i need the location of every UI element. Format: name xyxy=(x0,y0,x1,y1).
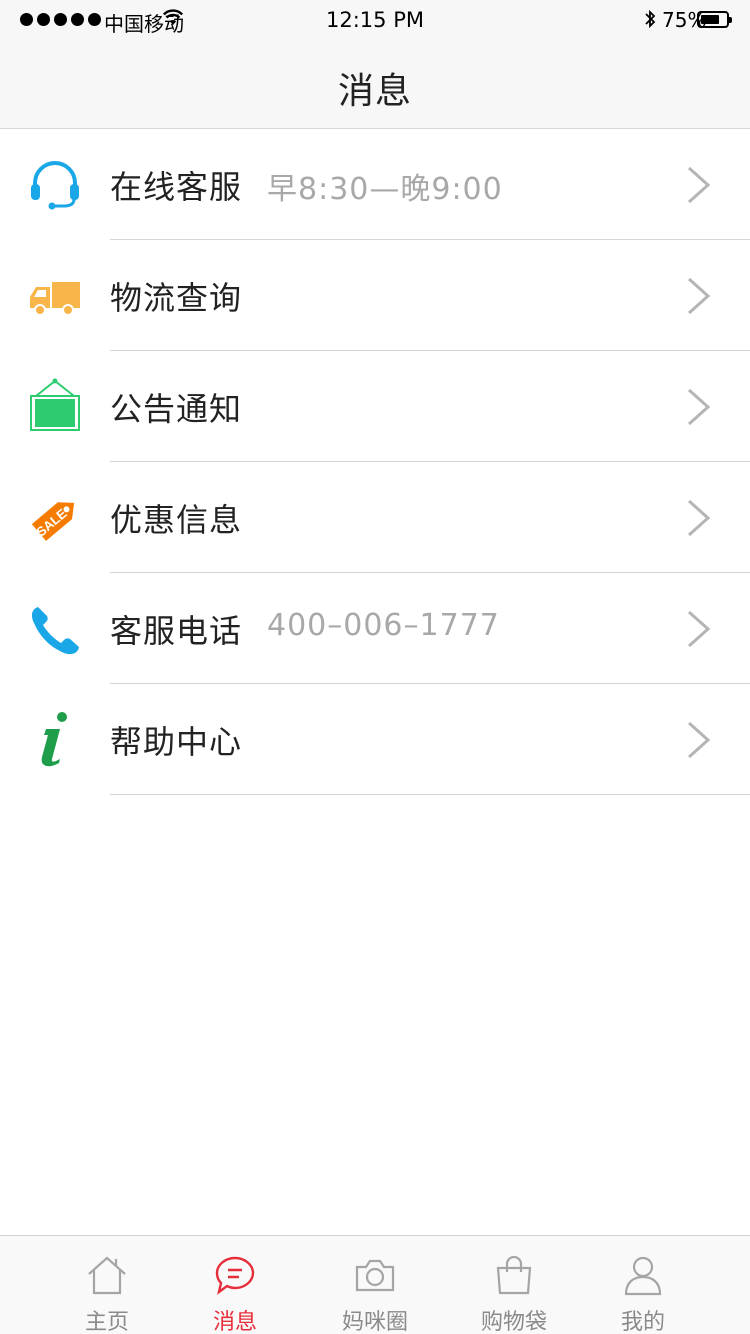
menu-item-logistics[interactable]: 物流查询 xyxy=(0,240,750,351)
page-title: 消息 xyxy=(337,71,412,112)
chevron-right-icon xyxy=(687,499,711,537)
battery-icon xyxy=(697,11,732,28)
tab-label: 消息 xyxy=(212,1310,257,1334)
divider xyxy=(110,794,750,795)
navigation-bar: 消息 xyxy=(0,40,750,129)
menu-item-label: 客服电话 xyxy=(110,612,243,650)
tab-label: 妈咪圈 xyxy=(341,1310,408,1334)
message-icon xyxy=(215,1256,255,1295)
tab-bar: 主页 消息 妈咪圈 购物袋 我的 xyxy=(0,1235,750,1334)
service-hours: 早8:30—晚9:00 xyxy=(267,172,503,207)
headset-icon xyxy=(31,161,79,210)
menu-item-label: 帮助中心 xyxy=(110,723,243,761)
bluetooth-icon xyxy=(645,9,656,29)
chevron-right-icon xyxy=(687,388,711,426)
chevron-right-icon xyxy=(687,166,711,204)
menu-item-label: 在线客服 xyxy=(110,168,243,206)
phone-icon xyxy=(31,607,79,655)
menu-item-label: 物流查询 xyxy=(110,279,243,317)
tab-label: 购物袋 xyxy=(480,1310,547,1334)
info-icon xyxy=(41,712,67,767)
tab-label: 主页 xyxy=(84,1310,129,1334)
tab-mommy-circle[interactable]: 妈咪圈 xyxy=(310,1236,440,1334)
tab-profile[interactable]: 我的 xyxy=(578,1236,708,1334)
clock: 12:15 PM xyxy=(326,8,424,32)
chevron-right-icon xyxy=(687,721,711,759)
home-icon xyxy=(88,1256,126,1295)
menu-item-hotline[interactable]: 客服电话 400–006–1777 xyxy=(0,573,750,684)
notice-board-icon xyxy=(30,378,80,431)
sale-tag-icon: SALE xyxy=(31,502,75,541)
hotline-number: 400–006–1777 xyxy=(267,608,500,643)
tab-home[interactable]: 主页 xyxy=(42,1236,172,1334)
chevron-right-icon xyxy=(687,277,711,315)
menu-item-online-service[interactable]: 在线客服 早8:30—晚9:00 xyxy=(0,129,750,240)
chevron-right-icon xyxy=(687,610,711,648)
menu-item-label: 优惠信息 xyxy=(110,501,243,539)
menu-item-promotions[interactable]: SALE 优惠信息 xyxy=(0,462,750,573)
truck-icon xyxy=(30,282,80,316)
tab-label: 我的 xyxy=(620,1310,665,1334)
tab-messages[interactable]: 消息 xyxy=(170,1236,300,1334)
menu-item-announcements[interactable]: 公告通知 xyxy=(0,351,750,462)
menu-item-help-center[interactable]: 帮助中心 xyxy=(0,684,750,795)
status-bar: 中国移动 12:15 PM 75% xyxy=(0,0,750,40)
camera-icon xyxy=(355,1259,395,1292)
user-icon xyxy=(624,1256,662,1296)
messages-page: 中国移动 12:15 PM 75% 消息 在线客服 早8:30—晚9:00 物流… xyxy=(0,0,750,1334)
shopping-bag-icon xyxy=(496,1255,532,1295)
menu-item-label: 公告通知 xyxy=(110,390,243,428)
service-menu-list: 在线客服 早8:30—晚9:00 物流查询 公告通知 SALE 优惠信息 客服电… xyxy=(0,129,750,795)
tab-shopping-bag[interactable]: 购物袋 xyxy=(449,1236,579,1334)
